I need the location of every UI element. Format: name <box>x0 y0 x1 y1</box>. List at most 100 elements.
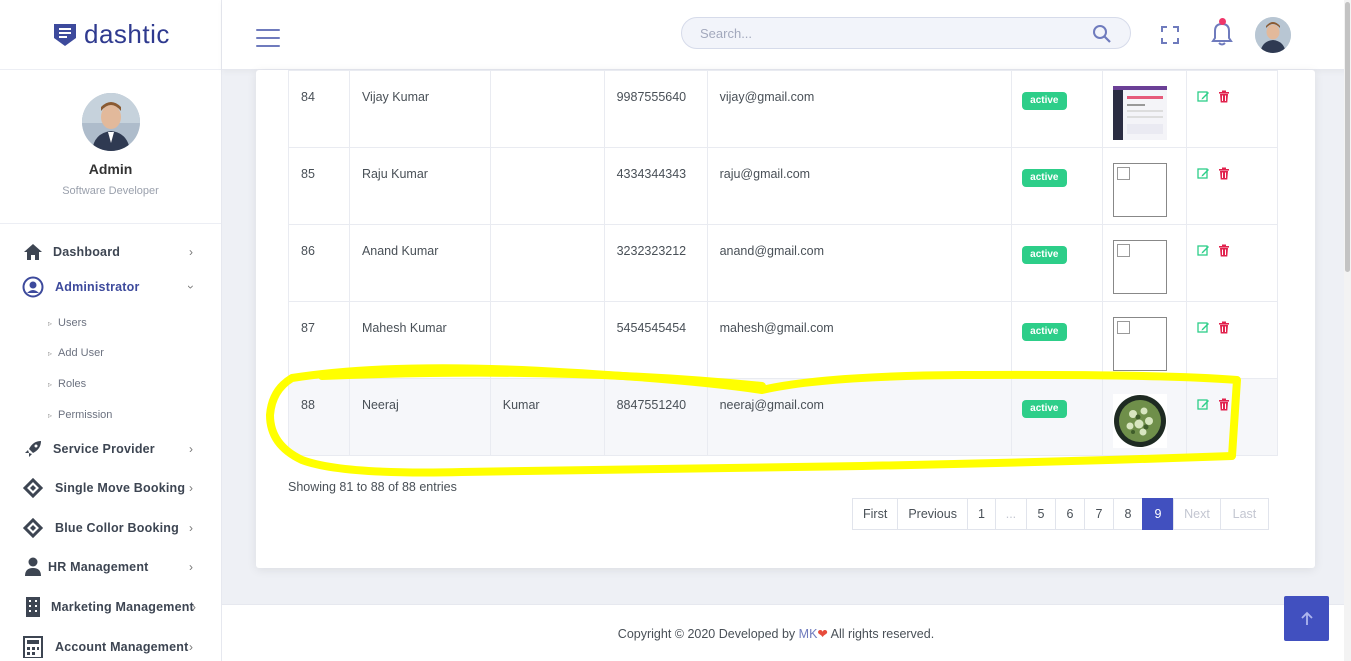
heart-icon: ❤ <box>817 627 828 641</box>
cell-first-name: Neeraj <box>348 378 491 456</box>
status-badge: active <box>1022 323 1067 341</box>
sidebar-profile: Admin Software Developer <box>0 70 221 224</box>
sidebar-subitem-label: Users <box>58 317 87 329</box>
cell-actions <box>1186 224 1278 302</box>
cell-first-name: Anand Kumar <box>348 224 491 302</box>
pagination-page[interactable]: 5 <box>1025 498 1056 530</box>
cell-id: 85 <box>288 147 350 225</box>
cell-status: active <box>1011 224 1104 302</box>
table-row: 85 Raju Kumar 4334344343 raju@gmail.com acti… <box>288 147 1278 225</box>
sidebar-subitem-label: Permission <box>58 409 113 421</box>
pagination-next[interactable]: Next <box>1172 498 1221 530</box>
scrollbar-thumb[interactable] <box>1345 2 1350 272</box>
search-box <box>681 17 1131 49</box>
sidebar-item-blue-collor-booking[interactable]: Blue Collor Booking › <box>0 513 221 543</box>
broken-image-icon <box>1113 317 1168 371</box>
cell-actions <box>1186 301 1278 379</box>
table-row: 88 Neeraj Kumar 8847551240 neeraj@gmail.com a… <box>288 378 1278 456</box>
delete-icon[interactable] <box>1218 167 1230 183</box>
sidebar-subitem-add-user[interactable]: ▹ Add User <box>48 347 104 359</box>
edit-icon[interactable] <box>1197 167 1210 183</box>
cell-last-name: Kumar <box>489 378 605 456</box>
footer-author-link[interactable]: MK <box>799 627 818 641</box>
delete-icon[interactable] <box>1218 90 1230 106</box>
delete-icon[interactable] <box>1218 244 1230 260</box>
rocket-icon <box>25 441 41 457</box>
cell-id: 88 <box>288 378 350 456</box>
sidebar-item-administrator[interactable]: Administrator › <box>0 272 221 302</box>
avatar[interactable] <box>81 93 140 151</box>
status-badge: active <box>1022 400 1067 418</box>
cell-last-name <box>489 301 605 379</box>
cell-last-name <box>489 147 605 225</box>
table-info: Showing 81 to 88 of 88 entries <box>288 480 457 494</box>
pagination-previous[interactable]: Previous <box>897 498 968 530</box>
sidebar-item-marketing-management[interactable]: Marketing Management › <box>0 592 221 622</box>
pagination: First Previous 1 ... 5 6 7 8 9 Next Last <box>852 498 1269 530</box>
user-avatar[interactable] <box>1255 17 1291 53</box>
search-input[interactable] <box>700 26 1060 41</box>
pagination-last[interactable]: Last <box>1219 498 1269 530</box>
pagination-page[interactable]: 7 <box>1083 498 1114 530</box>
fullscreen-icon[interactable] <box>1161 26 1179 44</box>
chevron-right-icon: › <box>189 442 193 456</box>
sidebar: dashtic Admin Software Developer Dashboa… <box>0 0 222 661</box>
sidebar-item-dashboard[interactable]: Dashboard › <box>0 237 221 267</box>
edit-icon[interactable] <box>1197 398 1210 414</box>
user-thumbnail <box>1113 86 1168 140</box>
pagination-first[interactable]: First <box>852 498 899 530</box>
profile-name: Admin <box>88 161 133 177</box>
pagination-ellipsis: ... <box>994 498 1027 530</box>
cell-phone: 5454545454 <box>603 301 708 379</box>
vertical-scrollbar[interactable] <box>1344 0 1351 661</box>
pagination-page[interactable]: 6 <box>1054 498 1085 530</box>
cell-phone: 4334344343 <box>603 147 708 225</box>
footer: Copyright © 2020 Developed by MK❤ All ri… <box>222 604 1344 661</box>
users-table: 84 Vijay Kumar 9987555640 vijay@gmail.com ac… <box>288 70 1278 456</box>
pagination-page[interactable]: 1 <box>966 498 996 530</box>
table-row: 84 Vijay Kumar 9987555640 vijay@gmail.com ac… <box>288 70 1278 148</box>
pagination-page[interactable]: 8 <box>1112 498 1143 530</box>
edit-icon[interactable] <box>1197 90 1210 106</box>
delete-icon[interactable] <box>1218 398 1230 414</box>
delete-icon[interactable] <box>1218 321 1230 337</box>
cell-actions <box>1186 378 1278 456</box>
menu-toggle-icon[interactable] <box>256 29 280 47</box>
notifications-button[interactable] <box>1210 18 1234 46</box>
sidebar-subitem-users[interactable]: ▹ Users <box>48 317 87 329</box>
chevron-right-icon: › <box>189 481 193 495</box>
cell-phone: 9987555640 <box>603 70 708 148</box>
cell-id: 84 <box>288 70 350 148</box>
chevron-right-icon: › <box>192 600 196 614</box>
brand[interactable]: dashtic <box>0 0 221 70</box>
search-icon[interactable] <box>1092 24 1112 44</box>
top-header <box>222 0 1348 70</box>
cell-phone: 8847551240 <box>603 378 708 456</box>
sidebar-subitem-label: Add User <box>58 347 104 359</box>
sidebar-item-service-provider[interactable]: Service Provider › <box>0 434 221 464</box>
sidebar-item-single-move-booking[interactable]: Single Move Booking › <box>0 473 221 503</box>
edit-icon[interactable] <box>1197 321 1210 337</box>
cell-email: raju@gmail.com <box>706 147 1013 225</box>
person-icon <box>25 557 41 576</box>
cell-status: active <box>1011 301 1104 379</box>
cell-id: 87 <box>288 301 350 379</box>
ticket-icon <box>22 477 44 499</box>
users-table-card: 84 Vijay Kumar 9987555640 vijay@gmail.com ac… <box>256 70 1315 568</box>
sidebar-subitem-permission[interactable]: ▹ Permission <box>48 409 112 421</box>
cell-email: neeraj@gmail.com <box>706 378 1013 456</box>
scroll-to-top-button[interactable] <box>1284 596 1329 641</box>
sidebar-item-label: Administrator <box>55 280 140 294</box>
sidebar-item-hr-management[interactable]: HR Management › <box>0 552 221 582</box>
pagination-page-current[interactable]: 9 <box>1141 498 1174 530</box>
broken-image-icon <box>1113 163 1168 217</box>
sidebar-subitem-roles[interactable]: ▹ Roles <box>48 378 86 390</box>
cell-image <box>1102 301 1188 379</box>
cell-email: vijay@gmail.com <box>706 70 1013 148</box>
brand-name: dashtic <box>84 19 170 49</box>
sidebar-item-label: Blue Collor Booking <box>55 521 179 535</box>
sidebar-item-account-management[interactable]: Account Management › <box>0 632 221 661</box>
edit-icon[interactable] <box>1197 244 1210 260</box>
status-badge: active <box>1022 169 1067 187</box>
broken-image-icon <box>1113 240 1168 294</box>
